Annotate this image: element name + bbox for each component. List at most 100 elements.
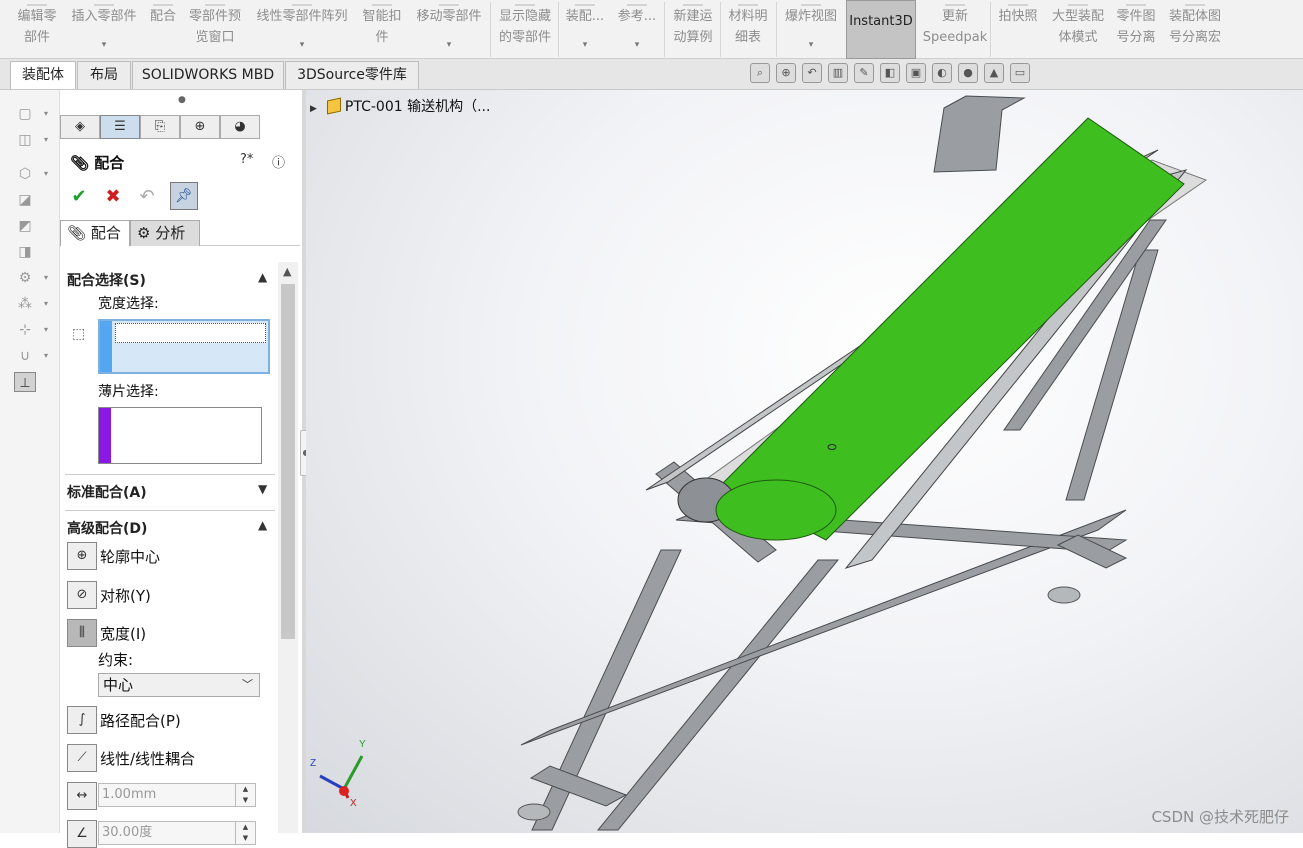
linear-coupler-button[interactable]: ⟋	[67, 744, 97, 772]
tab-assembly[interactable]: 装配体	[10, 61, 76, 89]
distance-mate-button[interactable]: ↔	[67, 782, 97, 810]
help-icon[interactable]: ⓘ	[272, 152, 285, 171]
feature-tree-root[interactable]: ▶ PTC-001 输送机构（...	[310, 96, 490, 116]
part-icon[interactable]: ▢ ▾	[14, 104, 48, 124]
tab-3dsource-library[interactable]: 3DSource零件库	[285, 61, 419, 89]
tab-selection-box[interactable]	[98, 407, 262, 464]
scrollbar-thumb[interactable]	[281, 284, 295, 639]
chevron-down-icon[interactable]: ▾	[300, 35, 305, 56]
chevron-down-icon[interactable]: ▾	[447, 35, 452, 56]
scroll-up-icon[interactable]: ▲	[283, 265, 291, 278]
section-view-icon[interactable]: ▥	[828, 63, 848, 83]
width-mate-button[interactable]: ⫼	[67, 619, 97, 647]
pin-icon[interactable]: 📌︎	[170, 182, 198, 210]
reference-geometry-button[interactable]: 参考... ▾	[614, 0, 660, 59]
profile-center-button[interactable]: ⊕	[67, 542, 97, 570]
chevron-up-icon[interactable]: ▲	[258, 270, 267, 284]
mate-button[interactable]: 配合	[146, 0, 180, 59]
take-snapshot-button[interactable]: 拍快照	[994, 0, 1042, 59]
view-orientation-icon[interactable]: ◧	[880, 63, 900, 83]
large-assembly-mode-button[interactable]: 大型装配 体模式	[1046, 0, 1110, 59]
chevron-down-icon[interactable]: ▾	[102, 35, 107, 56]
apply-scene-icon[interactable]: ▲	[984, 63, 1004, 83]
insert-component-button[interactable]: 插入零部件 ▾	[66, 0, 142, 59]
assembly-icon[interactable]: ◫ ▾	[14, 130, 48, 150]
tab-mates[interactable]: 📎︎ 配合	[60, 220, 130, 246]
undo-icon[interactable]: ↶	[136, 186, 158, 207]
instant3d-button[interactable]: Instant3D	[846, 0, 916, 59]
sheet-metal-icon[interactable]: ◨	[14, 242, 36, 262]
advanced-mates-header[interactable]: 高级配合(D)	[67, 518, 147, 538]
mate-selection-header[interactable]: 配合选择(S)	[67, 270, 146, 290]
dynamic-annotation-icon[interactable]: ✎	[854, 63, 874, 83]
assembly-features-button[interactable]: 装配... ▾	[562, 0, 608, 59]
chevron-down-icon[interactable]: ▾	[809, 35, 814, 56]
show-hidden-components-button[interactable]: 显示隐藏 的零部件	[494, 0, 556, 59]
new-motion-study-button[interactable]: 新建运 动算例	[668, 0, 718, 59]
zoom-to-area-icon[interactable]: ⊕	[776, 63, 796, 83]
ok-check-icon[interactable]: ✔	[68, 186, 90, 207]
action-buttons: ✔ ✖ ↶ 📌︎	[68, 182, 198, 210]
move-component-button[interactable]: 移动零部件 ▾	[410, 0, 488, 59]
part-drawing-separation-button[interactable]: 零件图 号分离	[1112, 0, 1160, 59]
curve-icon[interactable]: ∪ ▾	[14, 346, 48, 366]
standard-mates-header[interactable]: 标准配合(A)	[67, 482, 147, 502]
tab-analysis[interactable]: ⚙ 分析	[130, 220, 200, 246]
sketch-icon[interactable]: ⬡ ▾	[14, 164, 48, 184]
paperclip-icon: 📎︎	[67, 224, 87, 242]
chevron-down-icon[interactable]: ▾	[635, 35, 640, 56]
property-manager-panel: ● ◈ ☰ ⎘ ⊕ ◕ 📎︎ 配合 ?* ⓘ ✔ ✖ ↶ 📌︎ 📎︎ 配合 ⚙ …	[60, 90, 302, 848]
reference-icon[interactable]: ⊹ ▾	[14, 320, 48, 340]
chevron-up-icon[interactable]: ▲	[258, 518, 267, 532]
zoom-to-fit-icon[interactable]: ⌕	[750, 63, 770, 83]
expand-arrow-icon[interactable]: ▶	[310, 104, 317, 114]
configuration-manager-tab[interactable]: ⎘	[140, 115, 180, 139]
divider	[65, 510, 275, 511]
conveyor-belt	[720, 117, 1185, 541]
display-manager-tab[interactable]: ◕	[220, 115, 260, 139]
display-style-icon[interactable]: ▣	[906, 63, 926, 83]
linear-pattern-button[interactable]: 线性零部件阵列 ▾	[250, 0, 354, 59]
bill-of-materials-button[interactable]: 材料明 细表	[724, 0, 772, 59]
dimxpert-manager-tab[interactable]: ⊕	[180, 115, 220, 139]
previous-view-icon[interactable]: ↶	[802, 63, 822, 83]
graphics-area[interactable]: Y Z X ▶ PTC-001 输送机构（... CSDN @技术死肥仔	[306, 90, 1303, 833]
symmetric-button[interactable]: ⊘	[67, 581, 97, 609]
smart-fasteners-button[interactable]: 智能扣件	[358, 0, 406, 59]
tab-solidworks-mbd[interactable]: SOLIDWORKS MBD	[132, 61, 284, 89]
view-settings-icon[interactable]: ▭	[1010, 63, 1030, 83]
weldment-icon[interactable]: ⚙ ▾	[14, 268, 48, 288]
feature-manager-tab[interactable]: ◈	[60, 115, 100, 139]
spin-arrows-icon[interactable]: ▲ ▼	[235, 784, 255, 806]
component-preview-button[interactable]: 零部件预 览窗口	[184, 0, 246, 59]
constraint-select[interactable]: 中心 ﹀	[98, 673, 260, 697]
tab-layout[interactable]: 布局	[77, 61, 131, 89]
edit-component-button[interactable]: 编辑零 部件	[12, 0, 62, 59]
surface-icon[interactable]: ◩	[14, 216, 36, 236]
spin-arrows-icon[interactable]: ▲ ▼	[235, 822, 255, 844]
chevron-down-icon[interactable]: ▾	[583, 35, 588, 56]
cancel-x-icon[interactable]: ✖	[102, 186, 124, 207]
width-selection-box[interactable]	[98, 319, 270, 374]
whats-new-icon[interactable]: ?*	[240, 152, 253, 167]
edit-appearance-icon[interactable]: ●	[958, 63, 978, 83]
chevron-down-icon[interactable]: ▼	[258, 482, 267, 496]
pattern-icon[interactable]: ⁂ ▾	[14, 294, 48, 314]
exploded-view-button[interactable]: 爆炸视图 ▾	[780, 0, 842, 59]
angle-input[interactable]: 30.00度 ▲ ▼	[98, 821, 256, 845]
hide-show-items-icon[interactable]: ◐	[932, 63, 952, 83]
path-mate-button[interactable]: ∫	[67, 706, 97, 734]
show-hidden-icon	[515, 0, 535, 6]
conveyor-assembly-model[interactable]: Y Z X	[306, 90, 1303, 833]
property-manager-tab[interactable]: ☰	[100, 115, 140, 139]
macro-icon	[1185, 0, 1205, 6]
angle-mate-button[interactable]: ∠	[67, 820, 97, 848]
paperclip-icon: 📎︎	[70, 154, 95, 172]
feature-icon[interactable]: ◪	[14, 190, 36, 210]
distance-input[interactable]: 1.00mm ▲ ▼	[98, 783, 256, 807]
measure-icon[interactable]: ⟂	[14, 372, 36, 392]
panel-drag-handle-icon[interactable]: ●	[178, 95, 186, 105]
panel-scrollbar[interactable]: ▲	[278, 262, 298, 833]
update-speedpak-button[interactable]: 更新 Speedpak	[922, 0, 988, 59]
assembly-drawing-separation-button[interactable]: 装配体图 号分离宏	[1164, 0, 1226, 59]
